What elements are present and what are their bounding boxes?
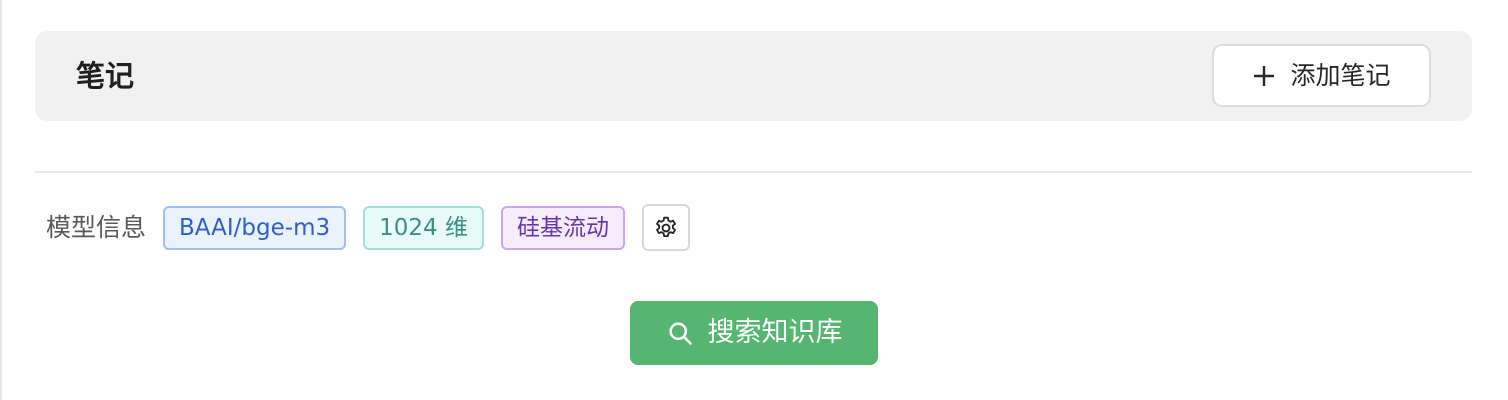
search-knowledge-button[interactable]: 搜索知识库 xyxy=(630,301,878,365)
notes-header: 笔记 添加笔记 xyxy=(35,31,1472,121)
search-icon xyxy=(666,319,694,347)
add-note-button[interactable]: 添加笔记 xyxy=(1212,44,1431,107)
model-info-label: 模型信息 xyxy=(46,212,147,242)
model-settings-button[interactable] xyxy=(641,204,690,251)
provider-tag: 硅基流动 xyxy=(500,205,625,250)
search-button-label: 搜索知识库 xyxy=(707,317,843,348)
model-name-tag: BAAI/bge-m3 xyxy=(163,205,347,250)
dimension-tag: 1024 维 xyxy=(363,205,484,250)
page-title: 笔记 xyxy=(76,59,135,93)
divider xyxy=(35,171,1472,173)
gear-icon xyxy=(653,215,679,241)
plus-icon xyxy=(1252,64,1276,88)
knowledge-panel: 笔记 添加笔记 模型信息 BAAI/bge-m3 1024 维 硅基流动 搜索知… xyxy=(0,0,1508,400)
model-info-row: 模型信息 BAAI/bge-m3 1024 维 硅基流动 xyxy=(46,204,690,251)
add-note-label: 添加笔记 xyxy=(1290,60,1391,90)
